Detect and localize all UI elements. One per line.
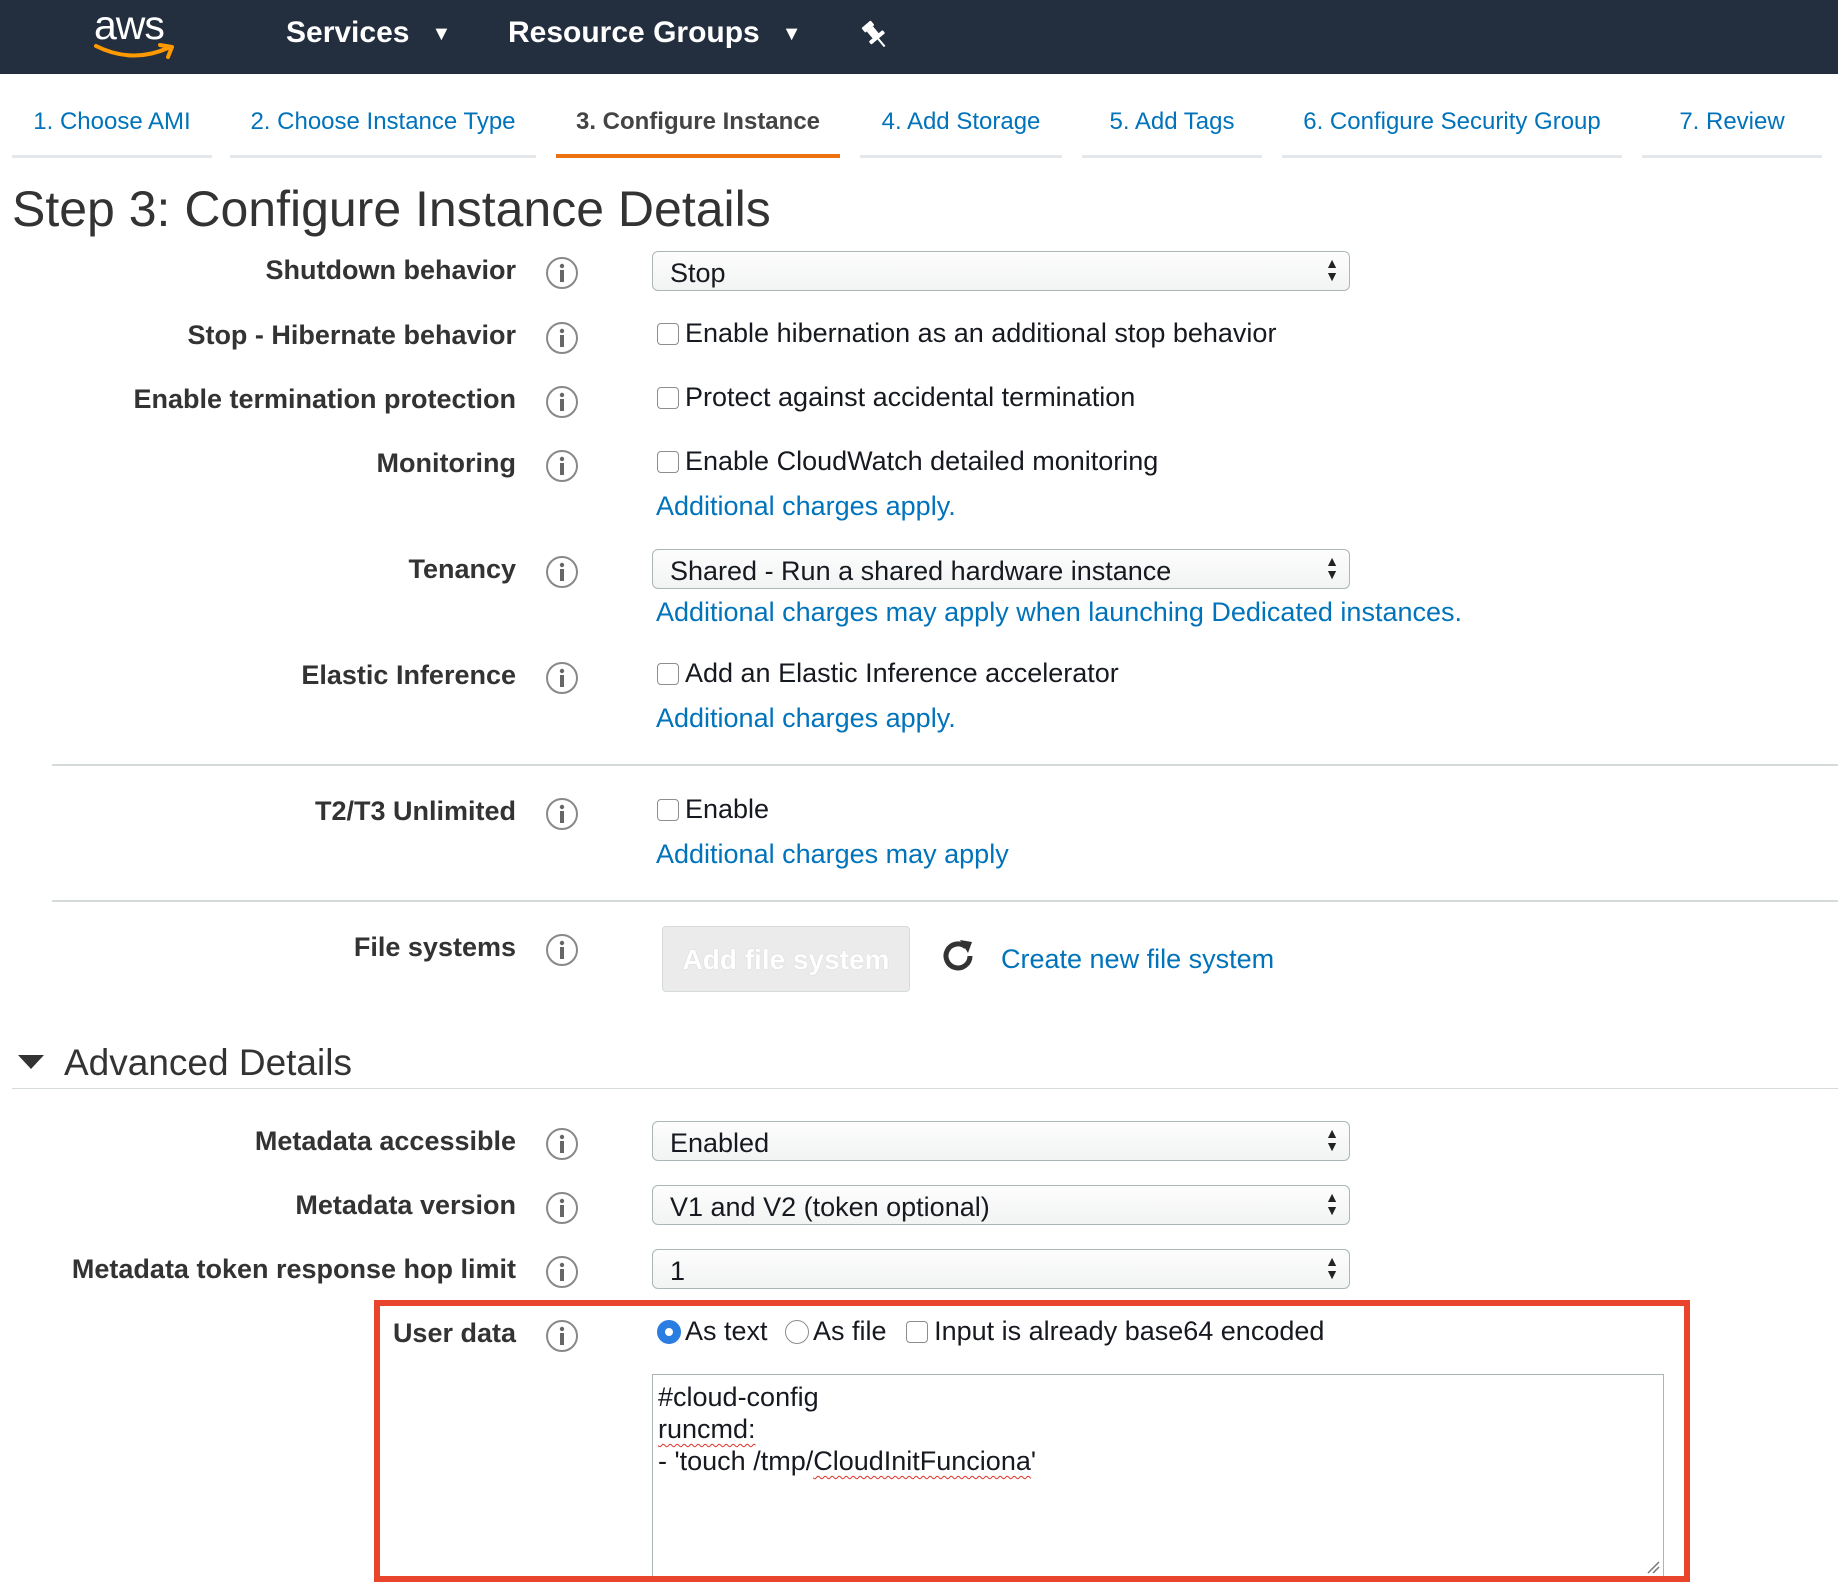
- tab-configure-security-group[interactable]: 6. Configure Security Group: [1282, 108, 1622, 158]
- metadata-accessible-select[interactable]: Enabled ▲ ▼: [652, 1121, 1350, 1161]
- elastic-inference-checkbox-label: Add an Elastic Inference accelerator: [685, 658, 1119, 688]
- hop-limit-label: Metadata token response hop limit: [71, 1254, 516, 1284]
- unlimited-charges-link[interactable]: Additional charges may apply: [656, 839, 1009, 870]
- monitoring-charges-link[interactable]: Additional charges apply.: [656, 491, 956, 522]
- services-menu[interactable]: Services ▼: [286, 16, 451, 50]
- info-icon[interactable]: [545, 321, 579, 355]
- unlimited-checkbox-label: Enable: [685, 794, 770, 824]
- divider: [52, 900, 1838, 902]
- info-icon[interactable]: [545, 1255, 579, 1289]
- hop-limit-select[interactable]: 1 ▲ ▼: [652, 1249, 1350, 1289]
- info-icon[interactable]: [545, 1191, 579, 1225]
- select-arrows-icon: ▲ ▼: [1325, 255, 1339, 284]
- pin-icon[interactable]: [858, 18, 892, 52]
- info-icon[interactable]: [545, 933, 579, 967]
- tab-add-storage[interactable]: 4. Add Storage: [860, 108, 1062, 158]
- monitoring-checkbox-label: Enable CloudWatch detailed monitoring: [685, 446, 1159, 476]
- info-icon[interactable]: [545, 385, 579, 419]
- unlimited-checkbox[interactable]: [657, 799, 679, 821]
- aws-smile-icon: [94, 43, 174, 59]
- monitoring-option: Enable CloudWatch detailed monitoring: [657, 446, 1158, 477]
- advanced-details-title: Advanced Details: [64, 1042, 352, 1083]
- info-icon[interactable]: [545, 661, 579, 695]
- t2-t3-unlimited-label: T2/T3 Unlimited: [314, 796, 516, 826]
- top-navigation-bar: aws Services ▼ Resource Groups ▼: [0, 0, 1838, 74]
- info-icon[interactable]: [545, 256, 579, 290]
- chevron-down-icon: ▼: [781, 22, 802, 45]
- resource-groups-menu[interactable]: Resource Groups ▼: [508, 16, 802, 50]
- tenancy-charges-link[interactable]: Additional charges may apply when launch…: [656, 597, 1462, 628]
- tenancy-value: Shared - Run a shared hardware instance: [670, 556, 1172, 586]
- chevron-down-icon: ▼: [431, 22, 452, 45]
- shutdown-behavior-label: Shutdown behavior: [265, 255, 516, 285]
- shutdown-behavior-value: Stop: [670, 258, 726, 288]
- metadata-accessible-value: Enabled: [670, 1128, 770, 1158]
- tab-add-tags[interactable]: 5. Add Tags: [1082, 108, 1262, 158]
- elastic-inference-label: Elastic Inference: [301, 660, 516, 690]
- advanced-details-toggle[interactable]: Advanced Details: [18, 1042, 352, 1084]
- page-title: Step 3: Configure Instance Details: [12, 181, 771, 237]
- file-systems-label: File systems: [353, 932, 516, 962]
- add-file-system-button[interactable]: Add file system: [662, 926, 910, 992]
- termination-option: Protect against accidental termination: [657, 382, 1135, 413]
- select-arrows-icon: ▲ ▼: [1325, 1125, 1339, 1154]
- metadata-version-value: V1 and V2 (token optional): [670, 1192, 990, 1222]
- info-icon[interactable]: [545, 555, 579, 589]
- hibernate-behavior-label: Stop - Hibernate behavior: [187, 320, 516, 350]
- refresh-icon[interactable]: [938, 936, 978, 976]
- divider: [12, 1088, 1838, 1089]
- monitoring-label: Monitoring: [376, 448, 516, 478]
- resource-groups-label: Resource Groups: [508, 16, 760, 49]
- tenancy-select[interactable]: Shared - Run a shared hardware instance …: [652, 549, 1350, 589]
- tenancy-label: Tenancy: [408, 554, 516, 584]
- info-icon[interactable]: [545, 449, 579, 483]
- tab-choose-ami[interactable]: 1. Choose AMI: [12, 108, 212, 158]
- hibernate-checkbox-label: Enable hibernation as an additional stop…: [685, 318, 1277, 348]
- info-icon[interactable]: [545, 1127, 579, 1161]
- tab-review[interactable]: 7. Review: [1642, 108, 1822, 158]
- divider: [52, 764, 1838, 766]
- caret-down-icon: [18, 1055, 44, 1069]
- hibernate-option: Enable hibernation as an additional stop…: [657, 318, 1276, 349]
- tab-choose-instance-type[interactable]: 2. Choose Instance Type: [230, 108, 536, 158]
- elastic-charges-link[interactable]: Additional charges apply.: [656, 703, 956, 734]
- info-icon[interactable]: [545, 797, 579, 831]
- metadata-version-label: Metadata version: [295, 1190, 516, 1220]
- hibernate-checkbox[interactable]: [657, 323, 679, 345]
- unlimited-option: Enable: [657, 794, 769, 825]
- metadata-accessible-label: Metadata accessible: [254, 1126, 516, 1156]
- metadata-version-select[interactable]: V1 and V2 (token optional) ▲ ▼: [652, 1185, 1350, 1225]
- monitoring-checkbox[interactable]: [657, 451, 679, 473]
- hop-limit-value: 1: [670, 1256, 686, 1286]
- highlight-box: [374, 1300, 1690, 1582]
- wizard-steps: 1. Choose AMI 2. Choose Instance Type 3.…: [0, 74, 1838, 160]
- termination-checkbox-label: Protect against accidental termination: [685, 382, 1136, 412]
- tab-configure-instance[interactable]: 3. Configure Instance: [556, 108, 840, 158]
- create-file-system-link[interactable]: Create new file system: [1001, 944, 1274, 975]
- select-arrows-icon: ▲ ▼: [1325, 1189, 1339, 1218]
- termination-checkbox[interactable]: [657, 387, 679, 409]
- elastic-inference-checkbox[interactable]: [657, 663, 679, 685]
- select-arrows-icon: ▲ ▼: [1325, 553, 1339, 582]
- shutdown-behavior-select[interactable]: Stop ▲ ▼: [652, 251, 1350, 291]
- services-label: Services: [286, 16, 410, 49]
- termination-protection-label: Enable termination protection: [133, 384, 516, 414]
- select-arrows-icon: ▲ ▼: [1325, 1253, 1339, 1282]
- elastic-inference-option: Add an Elastic Inference accelerator: [657, 658, 1119, 689]
